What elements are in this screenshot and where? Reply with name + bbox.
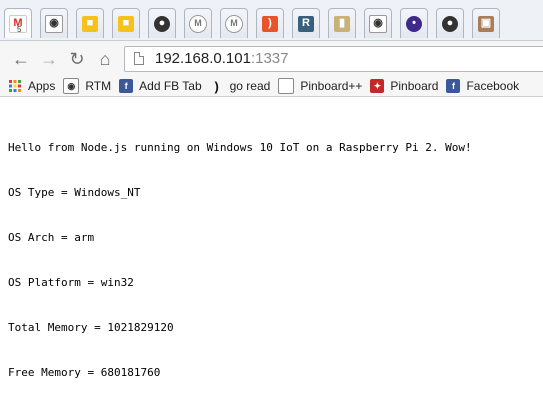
bookmark-label: Pinboard++ <box>300 79 363 93</box>
r-icon: R <box>298 15 314 32</box>
github-icon: ● <box>154 15 170 32</box>
facebook-icon: f <box>119 79 134 93</box>
page-content: Hello from Node.js running on Windows 10… <box>8 110 472 395</box>
tab-blue-circle[interactable]: • <box>400 8 428 38</box>
tab-gmail[interactable]: M 5 <box>4 8 32 38</box>
tab-m-1[interactable]: M <box>184 8 212 38</box>
address-bar[interactable]: 192.168.0.101:1337 <box>124 46 543 72</box>
bookmark-pinboard[interactable]: ✦ Pinboard <box>370 76 438 97</box>
bookmark-go-read[interactable]: ) go read <box>210 76 271 97</box>
circle-m-icon: M <box>225 14 243 33</box>
page-icon <box>278 78 295 94</box>
content-line: Hello from Node.js running on Windows 10… <box>8 141 472 154</box>
bookmark-label: Apps <box>28 79 56 93</box>
circle-m-icon: M <box>189 14 207 33</box>
bookmark-label: Pinboard <box>390 79 439 93</box>
back-button[interactable]: ← <box>10 48 32 70</box>
content-line: OS Arch = arm <box>8 231 95 244</box>
bookmarks-bar: Apps ◉ RTM f Add FB Tab ) go read Pinboa… <box>0 76 543 97</box>
content-line: OS Platform = win32 <box>8 276 134 289</box>
tab-rss[interactable]: ) <box>256 8 284 38</box>
facebook-icon: f <box>446 79 461 93</box>
apps-grid-icon <box>8 79 22 93</box>
github-icon: ● <box>442 15 458 32</box>
reload-button[interactable]: ↻ <box>66 48 88 70</box>
tab-m-2[interactable]: M <box>220 8 248 38</box>
page-icon <box>134 52 144 65</box>
forward-button[interactable]: → <box>38 48 60 70</box>
bookmark-apps[interactable]: Apps <box>8 76 55 97</box>
url-host: 192.168.0.101 <box>155 50 251 67</box>
photo-icon: ▣ <box>478 15 494 32</box>
tab-github-1[interactable]: ● <box>148 8 176 38</box>
rss-icon: ) <box>214 78 219 94</box>
rss-icon: ) <box>262 15 278 32</box>
bookmark-rtm[interactable]: ◉ RTM <box>63 76 111 97</box>
tab-github-2[interactable]: ● <box>436 8 464 38</box>
rtm-cow-icon: ◉ <box>369 14 387 33</box>
bookmark-label: Add FB Tab <box>139 79 202 93</box>
tab-rtm[interactable]: ◉ <box>40 8 68 38</box>
tab-yellow-2[interactable]: ■ <box>112 8 140 38</box>
tab-bookmark[interactable]: ▮ <box>328 8 356 38</box>
home-button[interactable]: ⌂ <box>94 48 116 70</box>
content-line: OS Type = Windows_NT <box>8 186 141 199</box>
url-port: :1337 <box>250 50 289 67</box>
tab-rtm-2[interactable]: ◉ <box>364 8 392 38</box>
rtm-cow-icon: ◉ <box>63 78 80 94</box>
tab-strip: M 5 ◉ ■ ■ ● M M ) R ▮ ◉ • ● ▣ <box>0 0 543 40</box>
bookmark-pinboard-plus[interactable]: Pinboard++ <box>278 76 362 97</box>
yellow-box-icon: ■ <box>82 15 98 32</box>
blue-circle-icon: • <box>406 15 422 32</box>
url-text: 192.168.0.101:1337 <box>155 50 288 67</box>
rtm-cow-icon: ◉ <box>45 14 63 33</box>
tab-list: M 5 ◉ ■ ■ ● M M ) R ▮ ◉ • ● ▣ <box>0 8 508 40</box>
content-line: Free Memory = 680181760 <box>8 366 161 379</box>
tab-yellow-1[interactable]: ■ <box>76 8 104 38</box>
yellow-box-icon: ■ <box>118 15 134 32</box>
content-line: Total Memory = 1021829120 <box>8 321 174 334</box>
bookmark-label: RTM <box>85 79 112 93</box>
browser-toolbar: ← → ↻ ⌂ 192.168.0.101:1337 <box>0 40 543 76</box>
tab-r[interactable]: R <box>292 8 320 38</box>
bookmark-label: Facebook <box>466 79 520 93</box>
bookmark-facebook[interactable]: f Facebook <box>446 76 519 97</box>
bookmark-label: go read <box>229 79 271 93</box>
tab-photo[interactable]: ▣ <box>472 8 500 38</box>
bookmark-add-fb-tab[interactable]: f Add FB Tab <box>119 76 202 97</box>
bookmark-icon: ▮ <box>334 15 350 32</box>
gmail-unread-badge: 5 <box>17 25 22 34</box>
pinboard-pin-icon: ✦ <box>370 79 385 93</box>
